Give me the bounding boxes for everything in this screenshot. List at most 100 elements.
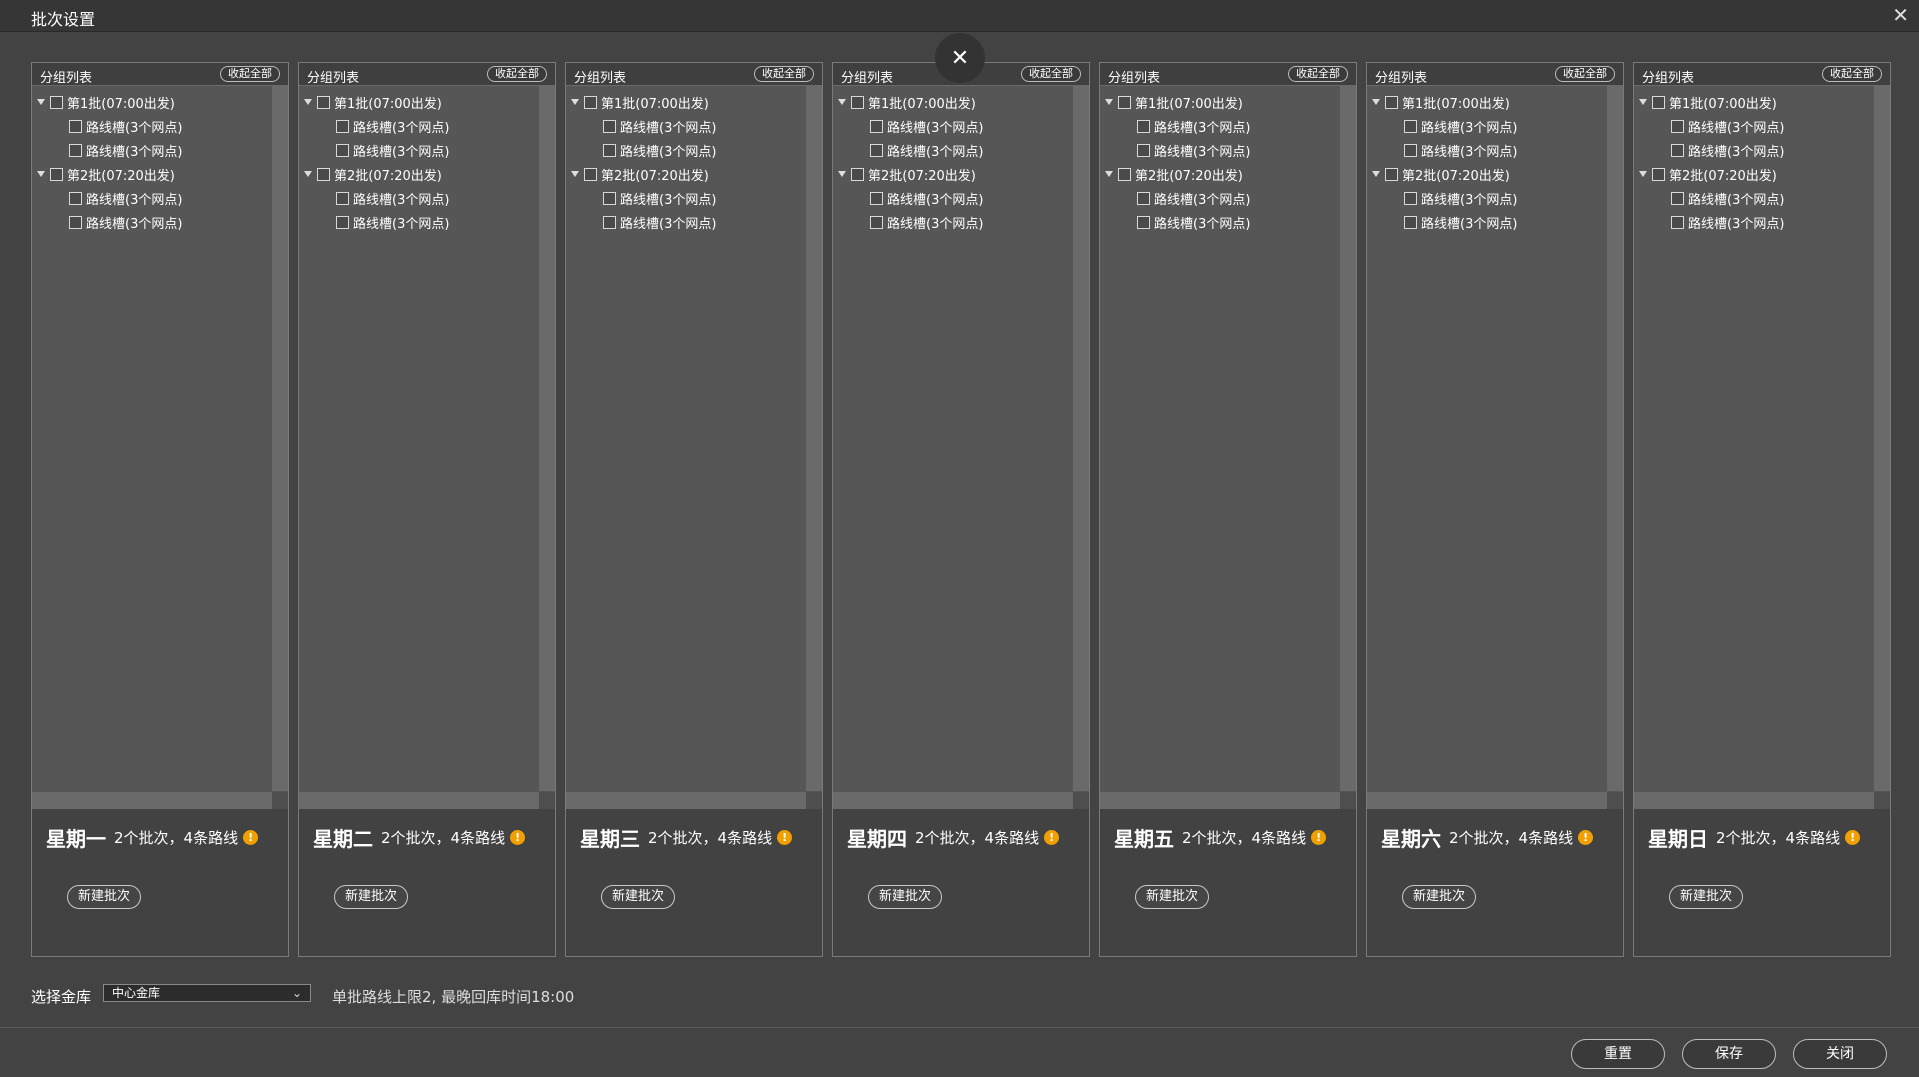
batch-checkbox[interactable] bbox=[317, 95, 330, 109]
route-row[interactable]: 路线槽(3个网点) bbox=[1634, 140, 1864, 160]
batch-checkbox[interactable] bbox=[851, 95, 864, 109]
info-icon[interactable]: ! bbox=[243, 830, 259, 845]
collapse-all-button[interactable]: 收起全部 bbox=[220, 66, 280, 82]
batch-checkbox[interactable] bbox=[851, 167, 864, 181]
route-checkbox[interactable] bbox=[69, 191, 82, 205]
expand-triangle-icon[interactable] bbox=[1105, 171, 1113, 177]
route-row[interactable]: 路线槽(3个网点) bbox=[1367, 116, 1597, 136]
vertical-scrollbar[interactable] bbox=[1874, 86, 1890, 791]
route-row[interactable]: 路线槽(3个网点) bbox=[299, 116, 529, 136]
batch-checkbox[interactable] bbox=[317, 167, 330, 181]
route-row[interactable]: 路线槽(3个网点) bbox=[1367, 188, 1597, 208]
route-checkbox[interactable] bbox=[870, 119, 883, 133]
route-checkbox[interactable] bbox=[1137, 119, 1150, 133]
expand-triangle-icon[interactable] bbox=[1372, 171, 1380, 177]
close-button[interactable]: 关闭 bbox=[1793, 1039, 1887, 1069]
batch-row[interactable]: 第1批(07:00出发) bbox=[299, 92, 529, 112]
route-checkbox[interactable] bbox=[603, 119, 616, 133]
reset-button[interactable]: 重置 bbox=[1571, 1039, 1665, 1069]
center-close-button[interactable]: ✕ bbox=[935, 33, 985, 83]
horizontal-scrollbar[interactable] bbox=[1634, 792, 1874, 809]
batch-row[interactable]: 第1批(07:00出发) bbox=[1367, 92, 1597, 112]
batch-checkbox[interactable] bbox=[1118, 167, 1131, 181]
vertical-scrollbar[interactable] bbox=[1073, 86, 1089, 791]
new-batch-button[interactable]: 新建批次 bbox=[67, 885, 142, 909]
vertical-scrollbar[interactable] bbox=[806, 86, 822, 791]
route-row[interactable]: 路线槽(3个网点) bbox=[1367, 212, 1597, 232]
route-checkbox[interactable] bbox=[1671, 119, 1684, 133]
route-checkbox[interactable] bbox=[336, 191, 349, 205]
batch-checkbox[interactable] bbox=[50, 95, 63, 109]
new-batch-button[interactable]: 新建批次 bbox=[1669, 885, 1744, 909]
batch-checkbox[interactable] bbox=[50, 167, 63, 181]
expand-triangle-icon[interactable] bbox=[571, 171, 579, 177]
route-row[interactable]: 路线槽(3个网点) bbox=[32, 116, 262, 136]
route-row[interactable]: 路线槽(3个网点) bbox=[833, 140, 1063, 160]
collapse-all-button[interactable]: 收起全部 bbox=[487, 66, 547, 82]
horizontal-scrollbar[interactable] bbox=[299, 792, 539, 809]
expand-triangle-icon[interactable] bbox=[1372, 99, 1380, 105]
batch-checkbox[interactable] bbox=[1118, 95, 1131, 109]
route-checkbox[interactable] bbox=[1404, 191, 1417, 205]
collapse-all-button[interactable]: 收起全部 bbox=[1288, 66, 1348, 82]
route-checkbox[interactable] bbox=[1404, 143, 1417, 157]
route-row[interactable]: 路线槽(3个网点) bbox=[299, 140, 529, 160]
batch-checkbox[interactable] bbox=[584, 167, 597, 181]
batch-checkbox[interactable] bbox=[1385, 167, 1398, 181]
route-checkbox[interactable] bbox=[1404, 215, 1417, 229]
route-checkbox[interactable] bbox=[1671, 143, 1684, 157]
expand-triangle-icon[interactable] bbox=[838, 171, 846, 177]
expand-triangle-icon[interactable] bbox=[304, 99, 312, 105]
info-icon[interactable]: ! bbox=[777, 830, 793, 845]
route-row[interactable]: 路线槽(3个网点) bbox=[32, 212, 262, 232]
vault-select[interactable]: 中心金库 ⌄ bbox=[103, 984, 311, 1002]
route-checkbox[interactable] bbox=[1137, 215, 1150, 229]
route-row[interactable]: 路线槽(3个网点) bbox=[1100, 212, 1330, 232]
route-checkbox[interactable] bbox=[603, 143, 616, 157]
route-checkbox[interactable] bbox=[1671, 215, 1684, 229]
route-checkbox[interactable] bbox=[1404, 119, 1417, 133]
route-row[interactable]: 路线槽(3个网点) bbox=[566, 140, 796, 160]
new-batch-button[interactable]: 新建批次 bbox=[601, 885, 676, 909]
route-row[interactable]: 路线槽(3个网点) bbox=[566, 188, 796, 208]
route-checkbox[interactable] bbox=[1137, 143, 1150, 157]
new-batch-button[interactable]: 新建批次 bbox=[334, 885, 409, 909]
info-icon[interactable]: ! bbox=[1044, 830, 1060, 845]
vertical-scrollbar[interactable] bbox=[539, 86, 555, 791]
batch-row[interactable]: 第2批(07:20出发) bbox=[1367, 164, 1597, 184]
route-row[interactable]: 路线槽(3个网点) bbox=[833, 212, 1063, 232]
route-row[interactable]: 路线槽(3个网点) bbox=[1634, 116, 1864, 136]
new-batch-button[interactable]: 新建批次 bbox=[868, 885, 943, 909]
route-row[interactable]: 路线槽(3个网点) bbox=[1100, 140, 1330, 160]
route-row[interactable]: 路线槽(3个网点) bbox=[566, 116, 796, 136]
route-checkbox[interactable] bbox=[870, 143, 883, 157]
batch-row[interactable]: 第1批(07:00出发) bbox=[1100, 92, 1330, 112]
route-checkbox[interactable] bbox=[69, 119, 82, 133]
batch-row[interactable]: 第2批(07:20出发) bbox=[1634, 164, 1864, 184]
horizontal-scrollbar[interactable] bbox=[566, 792, 806, 809]
batch-checkbox[interactable] bbox=[1385, 95, 1398, 109]
route-checkbox[interactable] bbox=[336, 143, 349, 157]
window-close-icon[interactable]: ✕ bbox=[1892, 3, 1909, 27]
expand-triangle-icon[interactable] bbox=[37, 99, 45, 105]
collapse-all-button[interactable]: 收起全部 bbox=[1555, 66, 1615, 82]
route-row[interactable]: 路线槽(3个网点) bbox=[833, 188, 1063, 208]
batch-row[interactable]: 第2批(07:20出发) bbox=[32, 164, 262, 184]
route-row[interactable]: 路线槽(3个网点) bbox=[32, 140, 262, 160]
horizontal-scrollbar[interactable] bbox=[32, 792, 272, 809]
expand-triangle-icon[interactable] bbox=[838, 99, 846, 105]
batch-row[interactable]: 第2批(07:20出发) bbox=[1100, 164, 1330, 184]
vertical-scrollbar[interactable] bbox=[1340, 86, 1356, 791]
expand-triangle-icon[interactable] bbox=[1639, 171, 1647, 177]
batch-checkbox[interactable] bbox=[1652, 95, 1665, 109]
collapse-all-button[interactable]: 收起全部 bbox=[754, 66, 814, 82]
batch-row[interactable]: 第2批(07:20出发) bbox=[566, 164, 796, 184]
route-row[interactable]: 路线槽(3个网点) bbox=[566, 212, 796, 232]
info-icon[interactable]: ! bbox=[1311, 830, 1327, 845]
route-checkbox[interactable] bbox=[69, 215, 82, 229]
save-button[interactable]: 保存 bbox=[1682, 1039, 1776, 1069]
route-row[interactable]: 路线槽(3个网点) bbox=[1100, 116, 1330, 136]
route-row[interactable]: 路线槽(3个网点) bbox=[299, 212, 529, 232]
batch-checkbox[interactable] bbox=[584, 95, 597, 109]
batch-row[interactable]: 第2批(07:20出发) bbox=[299, 164, 529, 184]
